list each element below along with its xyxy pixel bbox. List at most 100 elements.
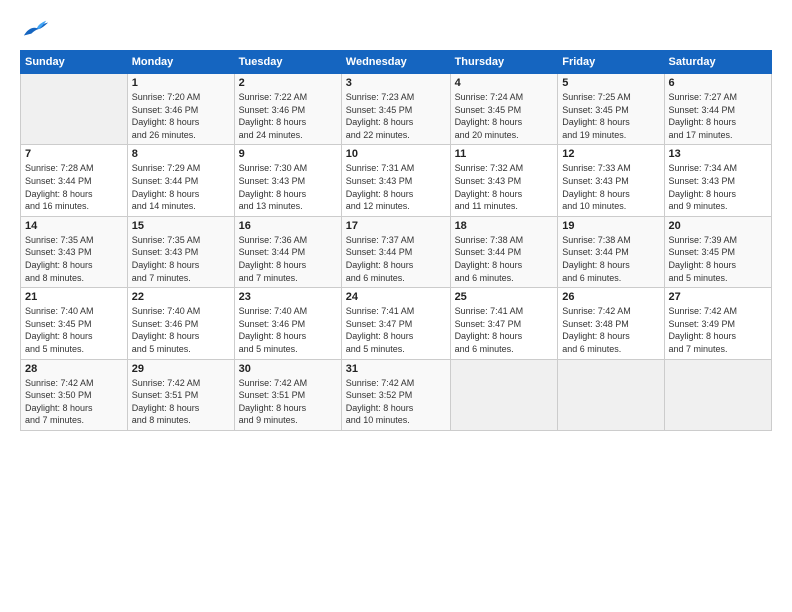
calendar-cell: 10 Sunrise: 7:31 AM Sunset: 3:43 PM Dayli… (341, 145, 450, 216)
day-number: 17 (346, 220, 446, 232)
calendar-week-2: 14 Sunrise: 7:35 AM Sunset: 3:43 PM Dayli… (21, 216, 772, 287)
day-info: Sunrise: 7:42 AM Sunset: 3:49 PM Dayligh… (669, 305, 767, 355)
calendar-cell: 16 Sunrise: 7:36 AM Sunset: 3:44 PM Dayli… (234, 216, 341, 287)
calendar-table: SundayMondayTuesdayWednesdayThursdayFrid… (20, 50, 772, 431)
day-info: Sunrise: 7:42 AM Sunset: 3:50 PM Dayligh… (25, 377, 123, 427)
calendar-cell: 3 Sunrise: 7:23 AM Sunset: 3:45 PM Daylig… (341, 74, 450, 145)
calendar-cell: 5 Sunrise: 7:25 AM Sunset: 3:45 PM Daylig… (558, 74, 664, 145)
day-number: 22 (132, 291, 230, 303)
day-info: Sunrise: 7:36 AM Sunset: 3:44 PM Dayligh… (239, 234, 337, 284)
day-info: Sunrise: 7:30 AM Sunset: 3:43 PM Dayligh… (239, 162, 337, 212)
day-number: 16 (239, 220, 337, 232)
calendar-cell (664, 359, 771, 430)
day-number: 27 (669, 291, 767, 303)
calendar-cell: 20Sunrise: 7:39 AM Sunset: 3:45 PM Dayli… (664, 216, 771, 287)
calendar-header-tuesday: Tuesday (234, 51, 341, 74)
day-number: 29 (132, 363, 230, 375)
day-info: Sunrise: 7:40 AM Sunset: 3:46 PM Dayligh… (239, 305, 337, 355)
calendar-cell: 27 Sunrise: 7:42 AM Sunset: 3:49 PM Dayli… (664, 288, 771, 359)
day-info: Sunrise: 7:41 AM Sunset: 3:47 PM Dayligh… (455, 305, 554, 355)
day-number: 15 (132, 220, 230, 232)
day-info: Sunrise: 7:42 AM Sunset: 3:48 PM Dayligh… (562, 305, 659, 355)
calendar-cell (21, 74, 128, 145)
day-number: 9 (239, 148, 337, 160)
day-number: 30 (239, 363, 337, 375)
day-info: Sunrise: 7:42 AM Sunset: 3:51 PM Dayligh… (239, 377, 337, 427)
day-number: 25 (455, 291, 554, 303)
day-number: 5 (562, 77, 659, 89)
calendar-cell: 12 Sunrise: 7:33 AM Sunset: 3:43 PM Dayli… (558, 145, 664, 216)
day-number: 24 (346, 291, 446, 303)
day-number: 7 (25, 148, 123, 160)
day-info: Sunrise: 7:20 AM Sunset: 3:46 PM Dayligh… (132, 91, 230, 141)
day-info: Sunrise: 7:35 AM Sunset: 3:43 PM Dayligh… (25, 234, 123, 284)
day-info: Sunrise: 7:38 AM Sunset: 3:44 PM Dayligh… (562, 234, 659, 284)
calendar-cell: 26 Sunrise: 7:42 AM Sunset: 3:48 PM Dayli… (558, 288, 664, 359)
logo (20, 18, 50, 40)
calendar-cell: 11Sunrise: 7:32 AM Sunset: 3:43 PM Dayli… (450, 145, 558, 216)
day-info: Sunrise: 7:23 AM Sunset: 3:45 PM Dayligh… (346, 91, 446, 141)
calendar-cell: 14 Sunrise: 7:35 AM Sunset: 3:43 PM Dayli… (21, 216, 128, 287)
day-number: 18 (455, 220, 554, 232)
calendar-cell: 13Sunrise: 7:34 AM Sunset: 3:43 PM Dayli… (664, 145, 771, 216)
day-info: Sunrise: 7:40 AM Sunset: 3:46 PM Dayligh… (132, 305, 230, 355)
day-number: 14 (25, 220, 123, 232)
day-info: Sunrise: 7:33 AM Sunset: 3:43 PM Dayligh… (562, 162, 659, 212)
calendar-cell: 30 Sunrise: 7:42 AM Sunset: 3:51 PM Dayli… (234, 359, 341, 430)
day-number: 1 (132, 77, 230, 89)
calendar-cell: 29 Sunrise: 7:42 AM Sunset: 3:51 PM Dayli… (127, 359, 234, 430)
calendar-week-3: 21 Sunrise: 7:40 AM Sunset: 3:45 PM Dayli… (21, 288, 772, 359)
calendar-cell: 9 Sunrise: 7:30 AM Sunset: 3:43 PM Daylig… (234, 145, 341, 216)
day-number: 23 (239, 291, 337, 303)
calendar-header-row: SundayMondayTuesdayWednesdayThursdayFrid… (21, 51, 772, 74)
day-info: Sunrise: 7:28 AM Sunset: 3:44 PM Dayligh… (25, 162, 123, 212)
day-info: Sunrise: 7:24 AM Sunset: 3:45 PM Dayligh… (455, 91, 554, 141)
logo-area (20, 18, 50, 40)
calendar-week-1: 7 Sunrise: 7:28 AM Sunset: 3:44 PM Daylig… (21, 145, 772, 216)
day-info: Sunrise: 7:32 AM Sunset: 3:43 PM Dayligh… (455, 162, 554, 212)
day-number: 2 (239, 77, 337, 89)
day-number: 28 (25, 363, 123, 375)
calendar-cell: 31 Sunrise: 7:42 AM Sunset: 3:52 PM Dayli… (341, 359, 450, 430)
calendar-cell: 1 Sunrise: 7:20 AM Sunset: 3:46 PM Daylig… (127, 74, 234, 145)
day-info: Sunrise: 7:25 AM Sunset: 3:45 PM Dayligh… (562, 91, 659, 141)
calendar-header-thursday: Thursday (450, 51, 558, 74)
calendar-week-0: 1 Sunrise: 7:20 AM Sunset: 3:46 PM Daylig… (21, 74, 772, 145)
calendar-cell (558, 359, 664, 430)
day-info: Sunrise: 7:42 AM Sunset: 3:51 PM Dayligh… (132, 377, 230, 427)
day-info: Sunrise: 7:38 AM Sunset: 3:44 PM Dayligh… (455, 234, 554, 284)
day-info: Sunrise: 7:35 AM Sunset: 3:43 PM Dayligh… (132, 234, 230, 284)
calendar-week-4: 28 Sunrise: 7:42 AM Sunset: 3:50 PM Dayli… (21, 359, 772, 430)
calendar-cell: 18 Sunrise: 7:38 AM Sunset: 3:44 PM Dayli… (450, 216, 558, 287)
day-info: Sunrise: 7:31 AM Sunset: 3:43 PM Dayligh… (346, 162, 446, 212)
day-info: Sunrise: 7:29 AM Sunset: 3:44 PM Dayligh… (132, 162, 230, 212)
day-info: Sunrise: 7:27 AM Sunset: 3:44 PM Dayligh… (669, 91, 767, 141)
day-info: Sunrise: 7:34 AM Sunset: 3:43 PM Dayligh… (669, 162, 767, 212)
day-info: Sunrise: 7:40 AM Sunset: 3:45 PM Dayligh… (25, 305, 123, 355)
calendar-header-monday: Monday (127, 51, 234, 74)
header (20, 18, 772, 40)
calendar-header-saturday: Saturday (664, 51, 771, 74)
day-number: 10 (346, 148, 446, 160)
day-number: 26 (562, 291, 659, 303)
day-number: 8 (132, 148, 230, 160)
day-number: 19 (562, 220, 659, 232)
day-number: 4 (455, 77, 554, 89)
day-info: Sunrise: 7:41 AM Sunset: 3:47 PM Dayligh… (346, 305, 446, 355)
day-number: 20 (669, 220, 767, 232)
day-number: 12 (562, 148, 659, 160)
day-number: 3 (346, 77, 446, 89)
calendar-cell: 17Sunrise: 7:37 AM Sunset: 3:44 PM Dayli… (341, 216, 450, 287)
logo-bird-icon (22, 18, 50, 40)
day-number: 21 (25, 291, 123, 303)
day-number: 31 (346, 363, 446, 375)
calendar-cell: 7 Sunrise: 7:28 AM Sunset: 3:44 PM Daylig… (21, 145, 128, 216)
calendar-header-friday: Friday (558, 51, 664, 74)
calendar-cell: 22 Sunrise: 7:40 AM Sunset: 3:46 PM Dayli… (127, 288, 234, 359)
calendar-cell: 24 Sunrise: 7:41 AM Sunset: 3:47 PM Dayli… (341, 288, 450, 359)
day-info: Sunrise: 7:42 AM Sunset: 3:52 PM Dayligh… (346, 377, 446, 427)
calendar-cell: 28 Sunrise: 7:42 AM Sunset: 3:50 PM Dayli… (21, 359, 128, 430)
calendar-cell: 19 Sunrise: 7:38 AM Sunset: 3:44 PM Dayli… (558, 216, 664, 287)
calendar-cell: 21 Sunrise: 7:40 AM Sunset: 3:45 PM Dayli… (21, 288, 128, 359)
page: SundayMondayTuesdayWednesdayThursdayFrid… (0, 0, 792, 612)
